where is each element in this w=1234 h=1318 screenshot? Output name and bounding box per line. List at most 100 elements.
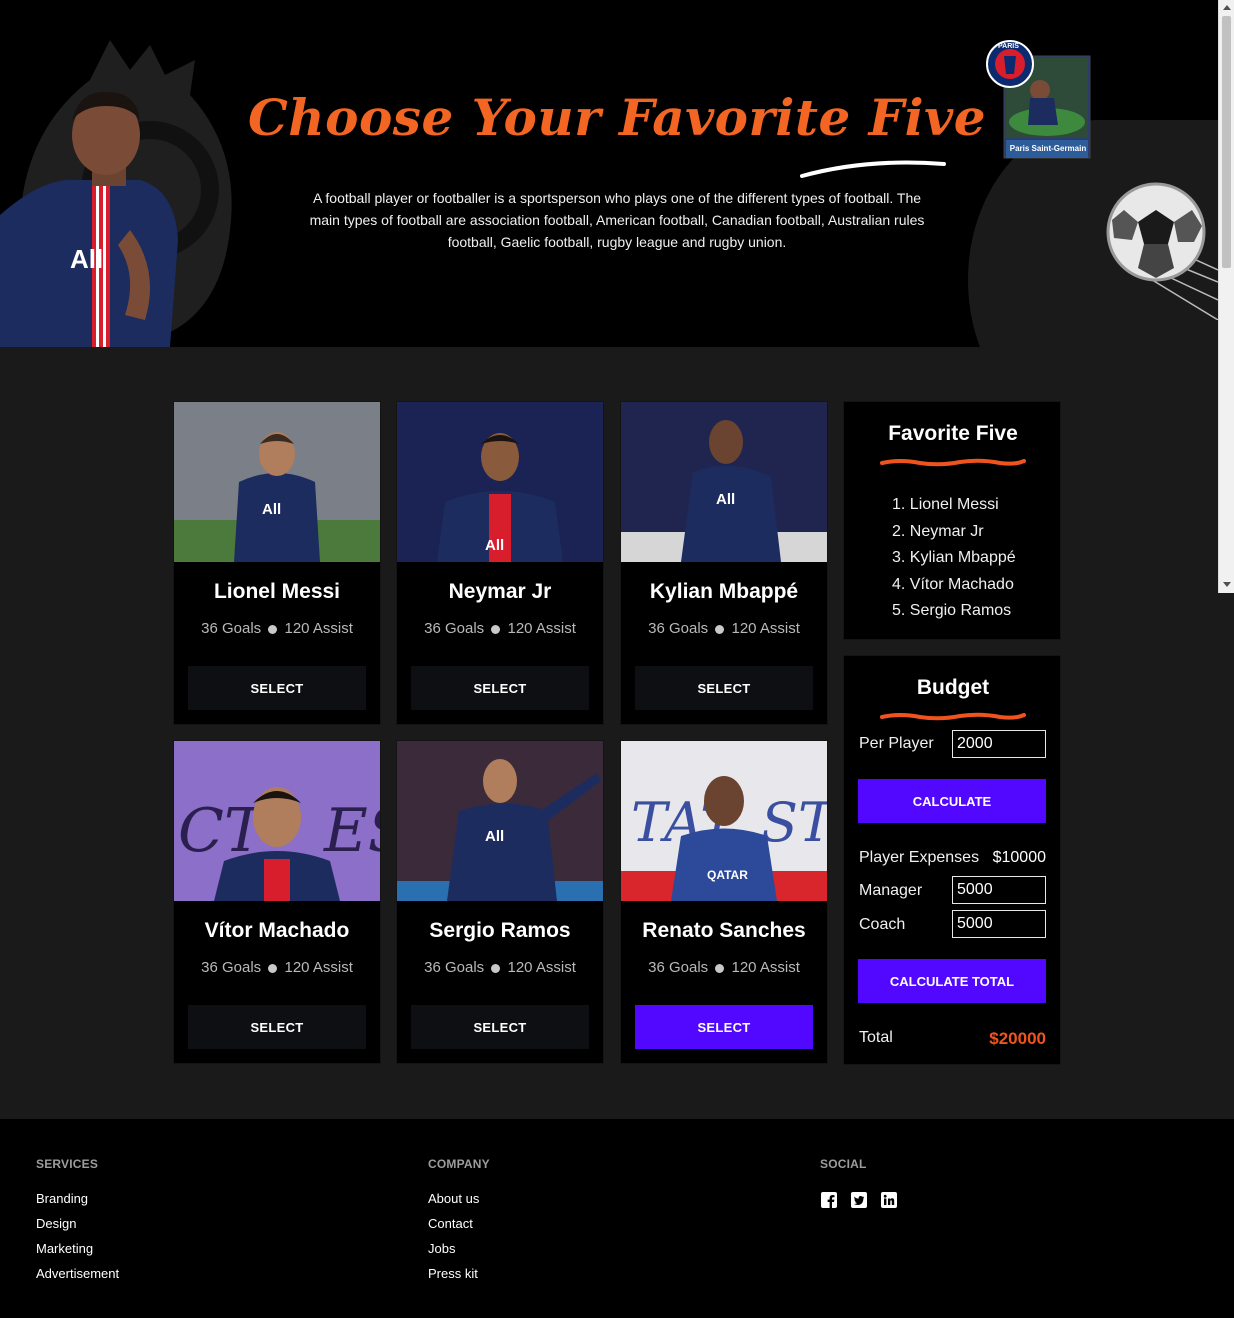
player-goals: 36 Goals [201,620,262,637]
favorite-list-item: 5. Sergio Ramos [892,602,1012,619]
budget-panel: Budget Per Player CALCULATE Player Expen… [843,655,1061,1065]
player-card: TAT ST QATAR Renato Sanches 36 Goals 120… [620,740,828,1064]
budget-title: Budget [916,676,990,699]
svg-text:All: All [485,537,504,554]
player-goals: 36 Goals [424,959,485,976]
svg-text:All: All [262,501,281,518]
soccer-ball-icon [1106,182,1218,320]
select-button-kylian-mbappe[interactable]: SELECT [635,666,813,710]
player-goals: 36 Goals [424,620,485,637]
scroll-down-arrow-icon[interactable] [1223,582,1231,587]
select-button-neymar-jr[interactable]: SELECT [411,666,589,710]
player-name: Neymar Jr [448,580,552,603]
svg-text:All: All [70,244,103,274]
footer-link-press-kit[interactable]: Press kit [428,1266,490,1281]
favorite-five-list: 1. Lionel Messi 2. Neymar Jr 3. Kylian M… [892,492,1016,625]
player-card: CT ES Vítor Machado 36 Goals 120 Assist … [173,740,381,1064]
social-icons [820,1191,898,1209]
player-photo: All [397,741,603,901]
svg-text:ST: ST [761,791,827,854]
manager-label: Manager [859,882,923,899]
footer: SERVICES Branding Design Marketing Adver… [0,1119,1234,1318]
select-button-lionel-messi[interactable]: SELECT [188,666,366,710]
footer-link-design[interactable]: Design [36,1216,119,1231]
psg-badge-crest-text: PARIS [998,43,1019,50]
page-scrollbar[interactable] [1218,0,1234,593]
player-card: All Kylian Mbappé 36 Goals 120 Assist SE… [620,401,828,725]
calculate-total-button[interactable]: CALCULATE TOTAL [858,959,1046,1003]
svg-text:ES: ES [323,796,380,866]
stat-separator-dot-icon [268,625,278,634]
psg-badge: PARIS Paris Saint-Germain [984,40,1096,160]
player-assist: 120 Assist [507,959,576,976]
player-goals: 36 Goals [201,959,262,976]
player-card: All Neymar Jr 36 Goals 120 Assist SELECT [396,401,604,725]
brush-underline-decoration [880,458,1026,467]
footer-link-branding[interactable]: Branding [36,1191,119,1206]
player-assist: 120 Assist [731,620,800,637]
stat-separator-dot-icon [715,964,725,973]
psg-crest-icon [986,40,1091,159]
title-underline-swoosh [800,160,946,178]
svg-text:All: All [485,828,504,845]
player-name: Lionel Messi [213,580,341,603]
footer-services-heading: SERVICES [36,1157,99,1171]
manager-input[interactable] [952,876,1046,904]
scroll-thumb[interactable] [1222,16,1231,268]
footer-link-jobs[interactable]: Jobs [428,1241,490,1256]
twitter-icon[interactable] [850,1191,868,1209]
player-name: Renato Sanches [642,919,806,942]
scroll-up-arrow-icon[interactable] [1223,5,1231,10]
player-photo: CT ES [174,741,380,901]
stat-separator-dot-icon [491,964,501,973]
footer-social-heading: SOCIAL [820,1157,867,1171]
player-name: Kylian Mbappé [649,580,799,603]
footer-link-contact[interactable]: Contact [428,1216,490,1231]
player-assist: 120 Assist [284,620,353,637]
player-stats: 36 Goals 120 Assist [621,959,827,976]
stat-separator-dot-icon [715,625,725,634]
player-assist: 120 Assist [507,620,576,637]
coach-label: Coach [859,916,906,933]
favorite-five-title: Favorite Five [888,422,1018,445]
player-stats: 36 Goals 120 Assist [397,959,603,976]
player-photo: TAT ST QATAR [621,741,827,901]
player-expenses-value: $10000 [992,849,1046,866]
linkedin-icon[interactable] [880,1191,898,1209]
per-player-input[interactable] [952,730,1046,758]
favorite-list-item: 4. Vítor Machado [892,575,1014,593]
calculate-button[interactable]: CALCULATE [858,779,1046,823]
footer-services-column: SERVICES Branding Design Marketing Adver… [36,1157,119,1291]
player-stats: 36 Goals 120 Assist [174,620,380,637]
player-stats: 36 Goals 120 Assist [174,959,380,976]
coach-input[interactable] [952,910,1046,938]
favorite-list-item: 1. Lionel Messi [892,496,999,513]
footer-link-about-us[interactable]: About us [428,1191,490,1206]
player-assist: 120 Assist [731,959,800,976]
select-button-renato-sanches[interactable]: SELECT [635,1005,813,1049]
player-expenses-label: Player Expenses [859,849,980,866]
footer-link-marketing[interactable]: Marketing [36,1241,119,1256]
hero-player-image: All [0,40,232,347]
hero-description: A football player or footballer is a spo… [309,190,925,250]
brush-underline-decoration [880,712,1026,721]
select-button-sergio-ramos[interactable]: SELECT [411,1005,589,1049]
facebook-icon[interactable] [820,1191,838,1209]
page: All Choose Your Favorite Five A football… [0,0,1234,1318]
player-card: All Sergio Ramos 36 Goals 120 Assist SEL… [396,740,604,1064]
player-name: Sergio Ramos [429,919,571,942]
favorite-list-item: 3. Kylian Mbappé [892,549,1016,566]
player-photo: All [174,402,380,562]
psg-badge-text: Paris Saint-Germain [1009,144,1087,153]
hero-section: All Choose Your Favorite Five A football… [0,0,1218,347]
per-player-label: Per Player [859,735,934,752]
player-photo: All [397,402,603,562]
player-name: Vítor Machado [204,919,350,942]
favorite-list-item: 2. Neymar Jr [892,522,984,540]
svg-text:QATAR: QATAR [707,868,748,882]
footer-link-advertisement[interactable]: Advertisement [36,1266,119,1281]
player-stats: 36 Goals 120 Assist [397,620,603,637]
stat-separator-dot-icon [268,964,278,973]
select-button-vitor-machado[interactable]: SELECT [188,1005,366,1049]
player-photo: All [621,402,827,562]
